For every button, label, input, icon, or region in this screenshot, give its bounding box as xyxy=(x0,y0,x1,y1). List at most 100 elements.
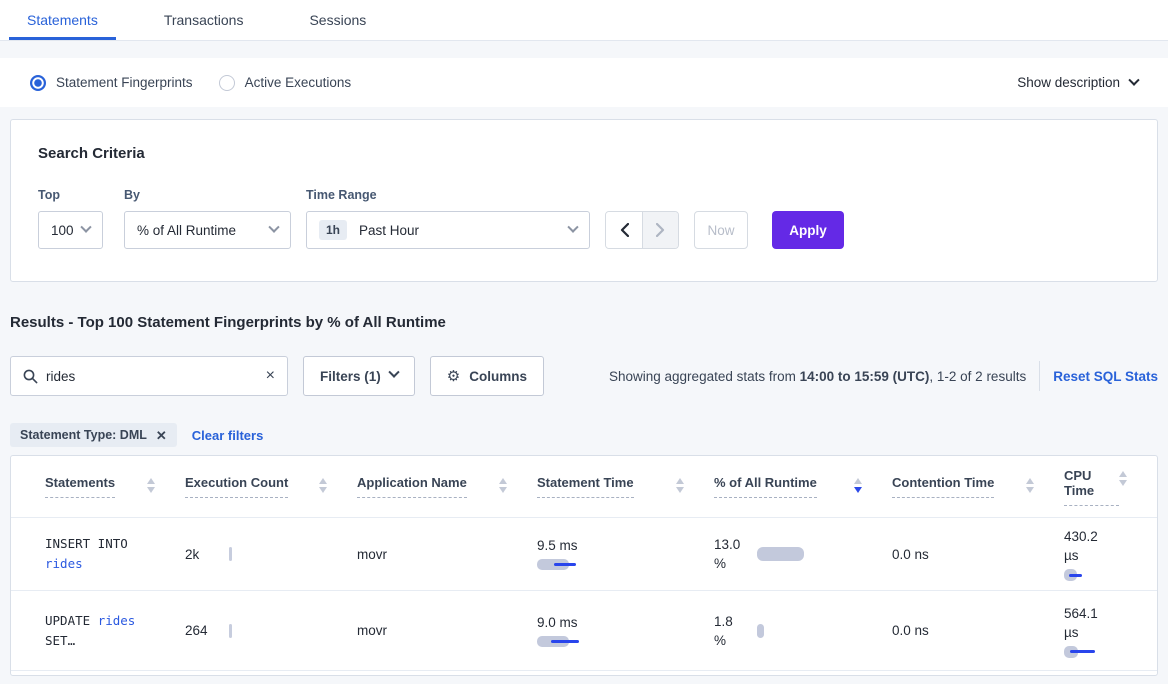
execution-count-cell: 264 xyxy=(185,623,357,638)
next-time-button[interactable] xyxy=(642,212,678,248)
stats-time-range: 14:00 to 15:59 (UTC) xyxy=(800,369,930,384)
application-name-cell: movr xyxy=(357,623,537,638)
filter-chip-row: Statement Type: DML ✕ Clear filters xyxy=(10,423,1158,447)
show-description-label: Show description xyxy=(1017,75,1120,90)
sort-icon[interactable] xyxy=(1119,471,1127,486)
now-button[interactable]: Now xyxy=(694,211,748,249)
chevron-left-icon xyxy=(620,223,629,237)
view-radio-group: Statement Fingerprints Active Executions xyxy=(30,75,351,91)
statement-fingerprint-cell: UPDATE rides SET… xyxy=(45,611,157,651)
clear-search-icon[interactable]: × xyxy=(266,368,275,384)
aggregated-stats-note: Showing aggregated stats from 14:00 to 1… xyxy=(609,369,1026,384)
radio-label: Statement Fingerprints xyxy=(56,75,193,90)
time-range-select[interactable]: 1h Past Hour xyxy=(306,211,590,249)
by-label: By xyxy=(124,188,306,202)
time-range-label: Time Range xyxy=(306,188,605,202)
time-nav-arrows xyxy=(605,211,679,249)
time-range-badge: 1h xyxy=(319,220,347,240)
column-header-statement-time[interactable]: Statement Time xyxy=(537,475,714,498)
sort-icon-active-desc[interactable] xyxy=(854,478,862,493)
radio-statement-fingerprints[interactable]: Statement Fingerprints xyxy=(30,75,193,91)
filters-button[interactable]: Filters (1) xyxy=(303,356,415,396)
chevron-down-icon xyxy=(80,222,91,233)
search-criteria-controls: Top 100 By % of All Runtime Time Range 1… xyxy=(38,188,1130,249)
top-tabbar: Statements Transactions Sessions xyxy=(0,0,1168,41)
sort-icon[interactable] xyxy=(319,478,327,493)
tab-statements[interactable]: Statements xyxy=(9,2,116,40)
top-select-value: 100 xyxy=(51,223,74,238)
application-name-cell: movr xyxy=(357,547,537,562)
chevron-down-icon xyxy=(268,222,279,233)
statement-time-bar xyxy=(537,559,569,570)
prev-time-button[interactable] xyxy=(606,212,642,248)
filters-button-label: Filters (1) xyxy=(320,369,381,384)
by-select-value: % of All Runtime xyxy=(137,223,236,238)
show-description-toggle[interactable]: Show description xyxy=(1017,75,1138,90)
table-header-row: Statements Execution Count Application N… xyxy=(11,456,1157,518)
top-field: Top 100 xyxy=(38,188,124,249)
column-header-runtime-pct[interactable]: % of All Runtime xyxy=(714,475,892,498)
cpu-time-bar xyxy=(1064,569,1077,581)
execution-count-cell: 2k xyxy=(185,547,357,562)
radio-selected-icon xyxy=(30,75,46,91)
column-header-contention-time[interactable]: Contention Time xyxy=(892,475,1064,498)
top-select[interactable]: 100 xyxy=(38,211,103,249)
search-criteria-title: Search Criteria xyxy=(38,145,1130,162)
time-range-field: Time Range 1h Past Hour xyxy=(306,188,605,249)
radio-unselected-icon xyxy=(219,75,235,91)
clear-filters-link[interactable]: Clear filters xyxy=(192,428,264,443)
statement-time-cell: 9.5 ms xyxy=(537,538,714,570)
tab-transactions[interactable]: Transactions xyxy=(146,2,262,40)
table-row: INSERT INTO rides 2k movr 9.5 ms 13.0 % … xyxy=(11,518,1157,591)
chevron-down-icon xyxy=(567,222,578,233)
tab-sessions[interactable]: Sessions xyxy=(291,2,384,40)
sort-icon[interactable] xyxy=(499,478,507,493)
chevron-right-icon xyxy=(656,223,665,237)
cpu-time-bar xyxy=(1064,646,1078,658)
runtime-pct-cell: 13.0 % xyxy=(714,535,892,573)
column-header-execution-count[interactable]: Execution Count xyxy=(185,475,357,498)
apply-button[interactable]: Apply xyxy=(772,211,844,249)
by-select[interactable]: % of All Runtime xyxy=(124,211,291,249)
columns-button[interactable]: ⚙ Columns xyxy=(430,356,544,396)
sort-icon[interactable] xyxy=(676,478,684,493)
cpu-time-cell: 564.1 µs xyxy=(1064,604,1137,658)
time-range-value: Past Hour xyxy=(359,223,419,238)
sort-icon[interactable] xyxy=(147,478,155,493)
cpu-time-cell: 430.2 µs xyxy=(1064,527,1137,581)
column-header-application-name[interactable]: Application Name xyxy=(357,475,537,498)
sort-icon[interactable] xyxy=(1026,478,1034,493)
by-field: By % of All Runtime xyxy=(124,188,306,249)
count-bar xyxy=(229,624,232,638)
columns-button-label: Columns xyxy=(469,369,527,384)
chevron-down-icon xyxy=(1128,74,1139,85)
statement-link[interactable]: rides xyxy=(45,556,83,571)
view-toggle-bar: Statement Fingerprints Active Executions… xyxy=(0,58,1168,107)
contention-time-cell: 0.0 ns xyxy=(892,623,1064,638)
results-heading: Results - Top 100 Statement Fingerprints… xyxy=(10,314,1158,331)
remove-chip-icon[interactable]: ✕ xyxy=(156,429,167,442)
search-criteria-card: Search Criteria Top 100 By % of All Runt… xyxy=(10,119,1158,282)
column-header-statements[interactable]: Statements xyxy=(45,475,185,498)
statement-time-cell: 9.0 ms xyxy=(537,615,714,647)
search-icon xyxy=(23,369,38,384)
gear-icon: ⚙ xyxy=(447,367,460,385)
contention-time-cell: 0.0 ns xyxy=(892,547,1064,562)
reset-sql-stats-link[interactable]: Reset SQL Stats xyxy=(1053,369,1158,384)
statement-fingerprint-cell: INSERT INTO rides xyxy=(45,534,157,574)
statement-link[interactable]: rides xyxy=(98,613,136,628)
runtime-pct-cell: 1.8 % xyxy=(714,612,892,650)
table-row: UPDATE rides SET… 264 movr 9.0 ms 1.8 % … xyxy=(11,591,1157,671)
chevron-down-icon xyxy=(388,366,399,377)
toolbar-divider xyxy=(1039,361,1040,391)
statements-table: Statements Execution Count Application N… xyxy=(10,455,1158,676)
radio-label: Active Executions xyxy=(245,75,352,90)
top-label: Top xyxy=(38,188,124,202)
search-input[interactable] xyxy=(46,369,258,384)
filter-chip-label: Statement Type: DML xyxy=(20,428,147,442)
radio-active-executions[interactable]: Active Executions xyxy=(219,75,352,91)
statement-time-bar xyxy=(537,636,569,647)
column-header-cpu-time[interactable]: CPU Time xyxy=(1064,468,1137,506)
filter-chip-statement-type: Statement Type: DML ✕ xyxy=(10,423,177,447)
search-box: × xyxy=(10,356,288,396)
